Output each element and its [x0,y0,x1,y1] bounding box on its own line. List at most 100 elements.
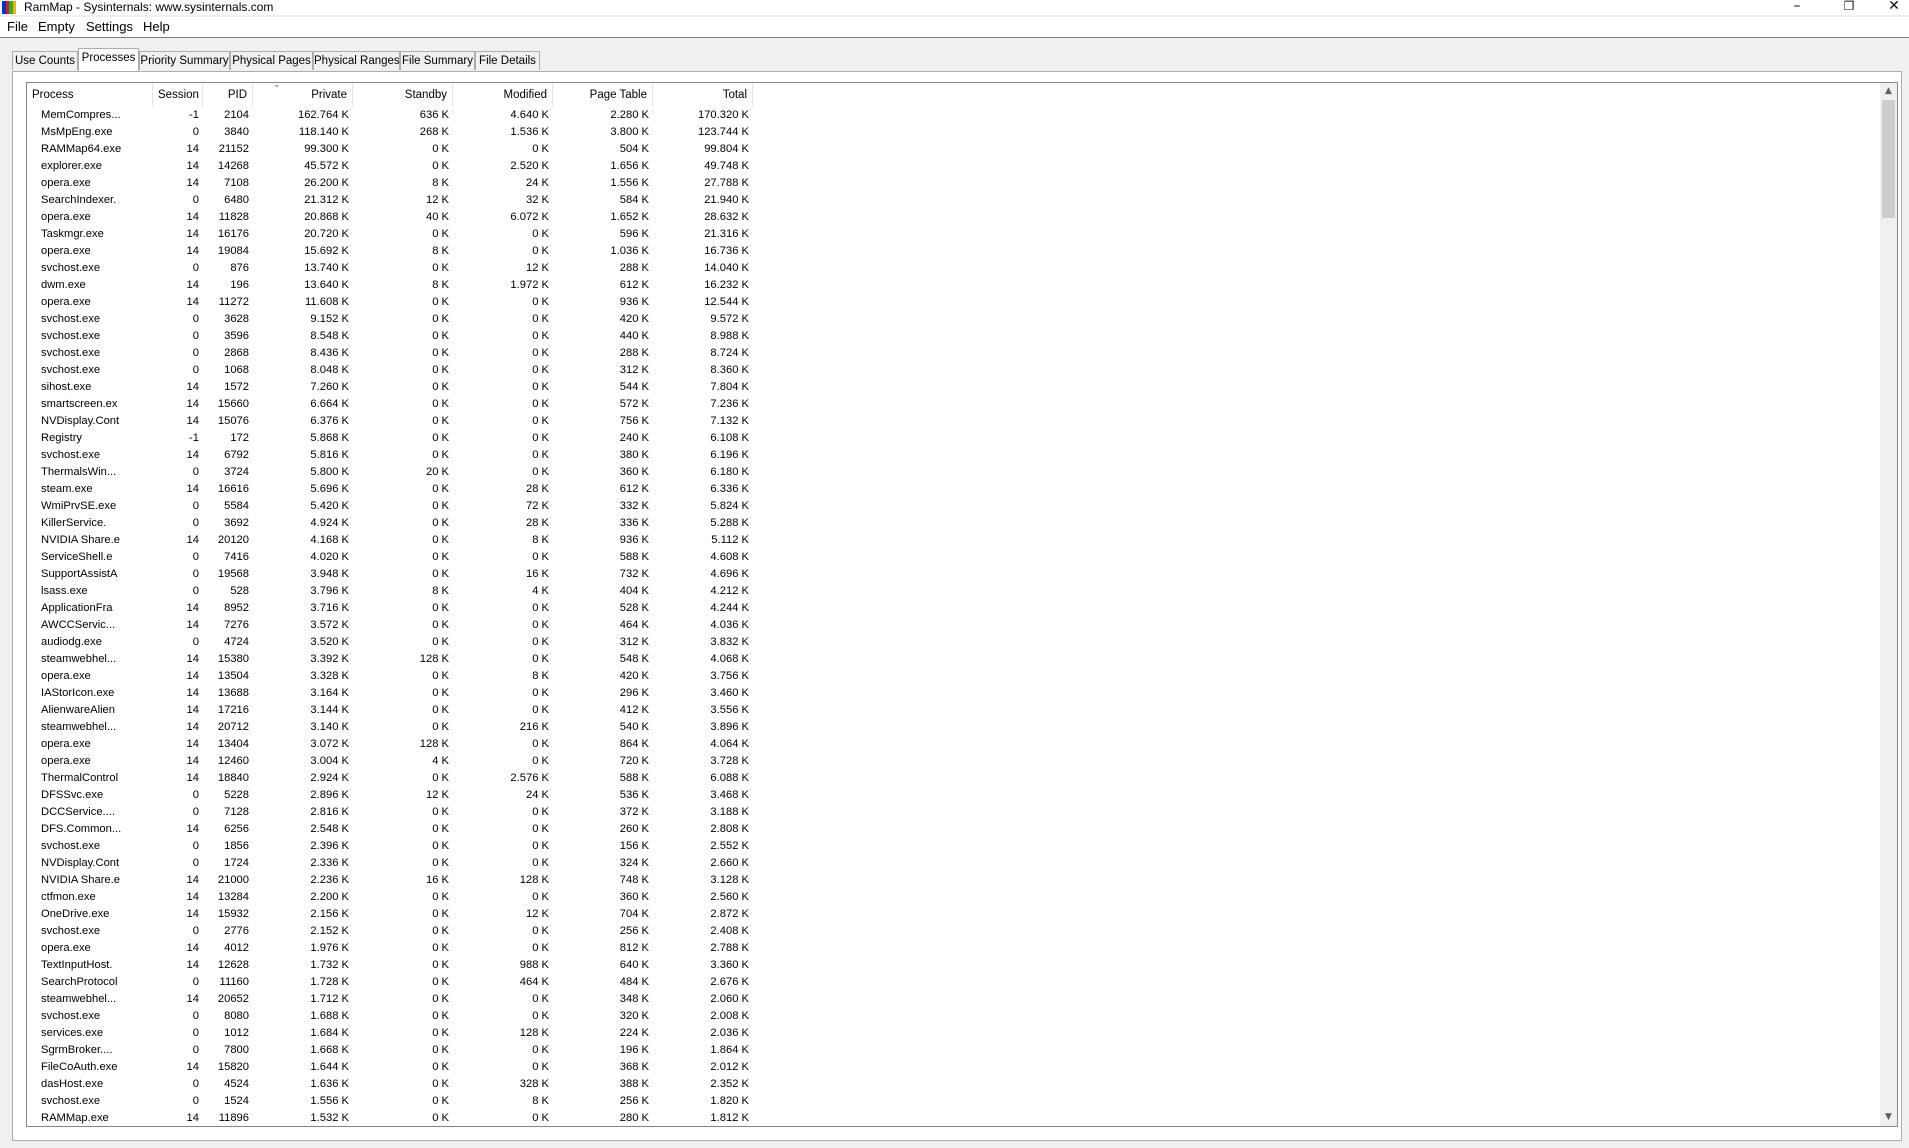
tab-file-details[interactable]: File Details [475,51,540,70]
tab-physical-ranges[interactable]: Physical Ranges [313,51,400,70]
close-button[interactable]: ✕ [1871,0,1909,15]
table-row[interactable]: MemCompres... -1 2104 162.764 K 636 K 4.640 K… [27,107,1897,124]
table-row[interactable]: svchost.exe 0 8080 1.688 K 0 K 0 K 320 K 2.008 … [27,1008,1897,1025]
column-header-standby[interactable]: Standby [353,83,453,107]
table-row[interactable]: OneDrive.exe 14 15932 2.156 K 0 K 12 K 704 K 2.… [27,906,1897,923]
table-row[interactable]: opera.exe 14 11828 20.868 K 40 K 6.072 K 1.652… [27,209,1897,226]
table-row[interactable]: opera.exe 14 7108 26.200 K 8 K 24 K 1.556 K 27.… [27,175,1897,192]
table-row[interactable]: ApplicationFra 14 8952 3.716 K 0 K 0 K 528 K 4.… [27,600,1897,617]
cell-pid: 4012 [224,942,249,954]
table-row[interactable]: IAStorIcon.exe 14 13688 3.164 K 0 K 0 K 296 K 3… [27,685,1897,702]
table-row[interactable]: NVDisplay.Cont 0 1724 2.336 K 0 K 0 K 324 K 2.6… [27,855,1897,872]
table-row[interactable]: ServiceShell.e 0 7416 4.020 K 0 K 0 K 588 K 4.6… [27,549,1897,566]
table-row[interactable]: ThermalControl 14 18840 2.924 K 0 K 2.576 K 58… [27,770,1897,787]
cell-modified: 128 K [519,1027,549,1039]
table-row[interactable]: services.exe 0 1012 1.684 K 0 K 128 K 224 K 2.0… [27,1025,1897,1042]
column-header-session[interactable]: Session [153,83,203,107]
table-row[interactable]: opera.exe 14 11272 11.608 K 0 K 0 K 936 K 12.54… [27,294,1897,311]
table-row[interactable]: MsMpEng.exe 0 3840 118.140 K 268 K 1.536 K 3.8… [27,124,1897,141]
table-row[interactable]: TextInputHost. 14 12628 1.732 K 0 K 988 K 640 … [27,957,1897,974]
scroll-up-arrow-icon[interactable]: ▲ [1880,83,1897,100]
table-row[interactable]: svchost.exe 0 876 13.740 K 0 K 12 K 288 K 14.04… [27,260,1897,277]
minimize-button[interactable]: – [1774,0,1820,15]
tab-processes[interactable]: Processes [78,48,139,71]
menu-help[interactable]: Help [143,19,170,35]
table-row[interactable]: RAMMap.exe 14 11896 1.532 K 0 K 0 K 280 K 1.812… [27,1110,1897,1126]
scrollbar-thumb[interactable] [1882,100,1895,218]
table-row[interactable]: lsass.exe 0 528 3.796 K 8 K 4 K 404 K 4.212 K [27,583,1897,600]
table-row[interactable]: AlienwareAlien 14 17216 3.144 K 0 K 0 K 412 K 3… [27,702,1897,719]
table-row[interactable]: smartscreen.ex 14 15660 6.664 K 0 K 0 K 572 K 7… [27,396,1897,413]
cell-standby: 8 K [432,585,449,597]
process-list[interactable]: Process Session PID Private Standby Modi… [26,82,1898,1127]
table-row[interactable]: svchost.exe 0 1856 2.396 K 0 K 0 K 156 K 2.552 … [27,838,1897,855]
cell-process: lsass.exe [41,585,88,597]
menu-empty[interactable]: Empty [38,19,75,35]
table-row[interactable]: DFSSvc.exe 0 5228 2.896 K 12 K 24 K 536 K 3.468… [27,787,1897,804]
table-row[interactable]: KillerService. 0 3692 4.924 K 0 K 28 K 336 K 5.… [27,515,1897,532]
table-row[interactable]: opera.exe 14 13404 3.072 K 128 K 0 K 864 K 4.06… [27,736,1897,753]
table-row[interactable]: FileCoAuth.exe 14 15820 1.644 K 0 K 0 K 368 K 2… [27,1059,1897,1076]
table-row[interactable]: WmiPrvSE.exe 0 5584 5.420 K 0 K 72 K 332 K 5.82… [27,498,1897,515]
table-row[interactable]: svchost.exe 0 1068 8.048 K 0 K 0 K 312 K 8.360 … [27,362,1897,379]
table-row[interactable]: steam.exe 14 16616 5.696 K 0 K 28 K 612 K 6.336… [27,481,1897,498]
table-row[interactable]: audiodg.exe 0 4724 3.520 K 0 K 0 K 312 K 3.832 … [27,634,1897,651]
table-row[interactable]: dasHost.exe 0 4524 1.636 K 0 K 328 K 388 K 2.35… [27,1076,1897,1093]
scroll-down-arrow-icon[interactable]: ▼ [1880,1109,1897,1126]
table-row[interactable]: opera.exe 14 19084 15.692 K 8 K 0 K 1.036 K 16.… [27,243,1897,260]
menu-settings[interactable]: Settings [86,19,133,35]
cell-session: 14 [186,908,199,920]
tab-priority-summary[interactable]: Priority Summary [139,51,230,70]
table-row[interactable]: NVDisplay.Cont 14 15076 6.376 K 0 K 0 K 756 K 7… [27,413,1897,430]
table-row[interactable]: dwm.exe 14 196 13.640 K 8 K 1.972 K 612 K 16.23… [27,277,1897,294]
tab-physical-pages[interactable]: Physical Pages [230,51,313,70]
cell-standby: 0 K [432,925,449,937]
table-row[interactable]: ctfmon.exe 14 13284 2.200 K 0 K 0 K 360 K 2.560… [27,889,1897,906]
cell-standby: 0 K [432,908,449,920]
table-row[interactable]: svchost.exe 0 2868 8.436 K 0 K 0 K 288 K 8.724 … [27,345,1897,362]
table-row[interactable]: NVIDIA Share.e 14 20120 4.168 K 0 K 8 K 936 K 5… [27,532,1897,549]
table-row[interactable]: SgrmBroker.... 0 7800 1.668 K 0 K 0 K 196 K 1.8… [27,1042,1897,1059]
cell-page-table: 3.800 K [610,126,649,138]
table-row[interactable]: svchost.exe 0 1524 1.556 K 0 K 8 K 256 K 1.820 … [27,1093,1897,1110]
column-header-process[interactable]: Process [27,83,153,107]
table-row[interactable]: DCCService.... 0 7128 2.816 K 0 K 0 K 372 K 3.1… [27,804,1897,821]
cell-pid: 7276 [224,619,249,631]
tab-use-counts[interactable]: Use Counts [12,51,78,70]
table-row[interactable]: SearchIndexer. 0 6480 21.312 K 12 K 32 K 584 K… [27,192,1897,209]
table-row[interactable]: DFS.Common... 14 6256 2.548 K 0 K 0 K 260 K 2.8… [27,821,1897,838]
table-row[interactable]: Registry -1 172 5.868 K 0 K 0 K 240 K 6.108 K [27,430,1897,447]
column-header-pid[interactable]: PID [203,83,253,107]
cell-page-table: 312 K [619,636,649,648]
table-row[interactable]: NVIDIA Share.e 14 21000 2.236 K 16 K 128 K 748… [27,872,1897,889]
table-row[interactable]: steamwebhel... 14 15380 3.392 K 128 K 0 K 548 … [27,651,1897,668]
table-row[interactable]: steamwebhel... 14 20712 3.140 K 0 K 216 K 540 … [27,719,1897,736]
table-row[interactable]: SearchProtocol 0 11160 1.728 K 0 K 464 K 484 K… [27,974,1897,991]
table-row[interactable]: svchost.exe 14 6792 5.816 K 0 K 0 K 380 K 6.196… [27,447,1897,464]
column-header-modified[interactable]: Modified [453,83,553,107]
table-row[interactable]: opera.exe 14 4012 1.976 K 0 K 0 K 812 K 2.788 K [27,940,1897,957]
table-row[interactable]: RAMMap64.exe 14 21152 99.300 K 0 K 0 K 504 K 99… [27,141,1897,158]
table-row[interactable]: ThermalsWin... 0 3724 5.800 K 20 K 0 K 360 K 6.… [27,464,1897,481]
column-header-page-table[interactable]: Page Table [553,83,653,107]
table-row[interactable]: svchost.exe 0 2776 2.152 K 0 K 0 K 256 K 2.408 … [27,923,1897,940]
table-row[interactable]: explorer.exe 14 14268 45.572 K 0 K 2.520 K 1.6… [27,158,1897,175]
table-row[interactable]: svchost.exe 0 3628 9.152 K 0 K 0 K 420 K 9.572 … [27,311,1897,328]
maximize-button[interactable]: ❐ [1826,0,1872,15]
table-row[interactable]: Taskmgr.exe 14 16176 20.720 K 0 K 0 K 596 K 21.… [27,226,1897,243]
table-row[interactable]: sihost.exe 14 1572 7.260 K 0 K 0 K 544 K 7.804 … [27,379,1897,396]
menu-file[interactable]: File [7,19,28,35]
vertical-scrollbar[interactable]: ▲ ▼ [1880,83,1897,1126]
cell-private: 4.924 K [310,517,349,529]
table-row[interactable]: opera.exe 14 13504 3.328 K 0 K 8 K 420 K 3.756 … [27,668,1897,685]
tab-file-summary[interactable]: File Summary [400,51,475,70]
table-row[interactable]: SupportAssistA 0 19568 3.948 K 0 K 16 K 732 K 4… [27,566,1897,583]
rammap-app-icon [2,1,16,14]
column-header-total[interactable]: Total [653,83,753,107]
table-row[interactable]: opera.exe 14 12460 3.004 K 4 K 0 K 720 K 3.728 … [27,753,1897,770]
column-header-private[interactable]: Private [253,83,353,107]
table-row[interactable]: svchost.exe 0 3596 8.548 K 0 K 0 K 440 K 8.988 … [27,328,1897,345]
table-row[interactable]: steamwebhel... 14 20652 1.712 K 0 K 0 K 348 K 2… [27,991,1897,1008]
table-row[interactable]: AWCCServic... 14 7276 3.572 K 0 K 0 K 464 K 4.0… [27,617,1897,634]
cell-session: 14 [186,755,199,767]
